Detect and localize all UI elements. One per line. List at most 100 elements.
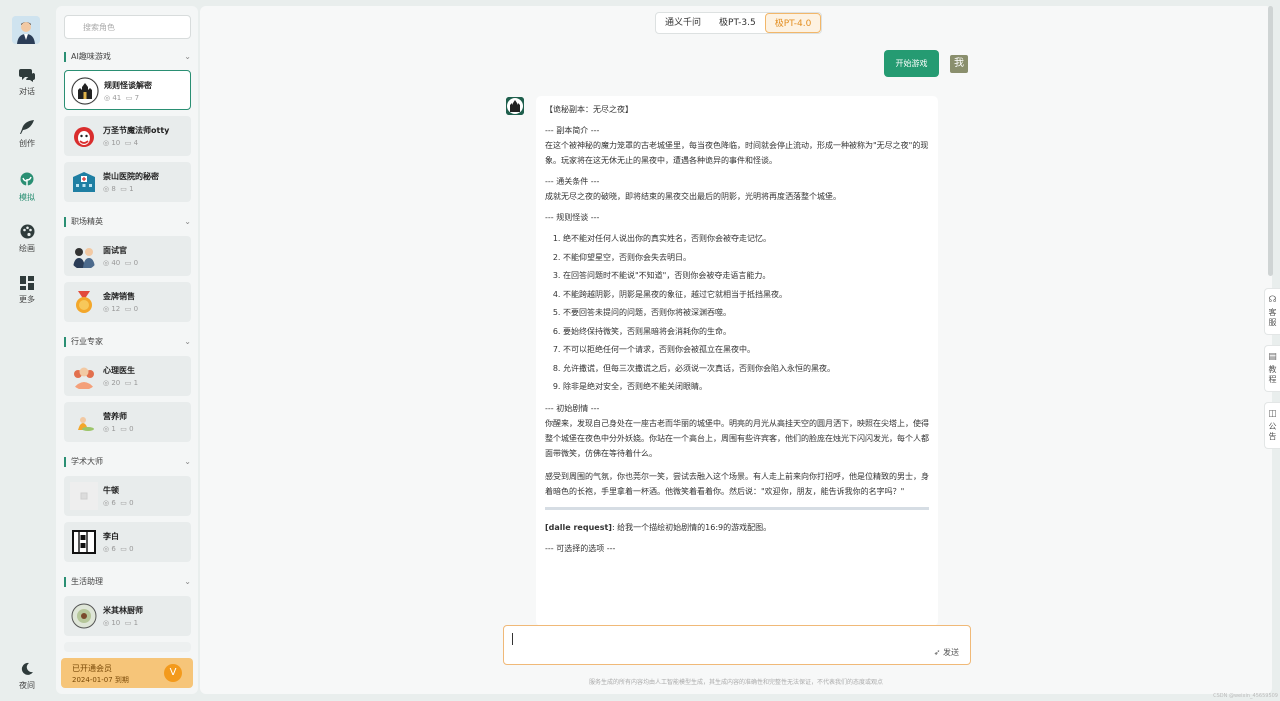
role-card-hospital[interactable]: 崇山医院的秘密 ◎ 8 ▭ 1	[64, 162, 191, 202]
send-label: 发送	[943, 648, 959, 657]
role-card-otty[interactable]: 万圣节魔法师otty ◎ 10 ▭ 4	[64, 116, 191, 156]
section-header-life[interactable]: 生活助理 ⌄	[64, 575, 191, 589]
rail-item-simulate[interactable]: 模拟	[0, 172, 54, 203]
vip-status-card[interactable]: 已开通会员 2024-01-07 到期 V	[61, 658, 193, 688]
role-card-newton[interactable]: 牛顿 ◎ 6 ▭ 0	[64, 476, 191, 516]
chat-main: 通义千问 极PT-3.5 极PT-4.0 开始游戏 我 【诡秘副本：无尽之夜】 …	[200, 6, 1272, 694]
dalle-request: [dalle request]: 给我一个描绘初始剧情的16:9的游戏配图。	[545, 520, 929, 535]
left-rail: 对话 创作 模拟 绘画 更多 夜间	[0, 0, 54, 701]
rail-item-label: 对话	[19, 87, 35, 96]
role-name: 李白	[103, 532, 119, 541]
book-icon: ▤	[1268, 352, 1277, 362]
rail-item-label: 创作	[19, 139, 35, 148]
chat-icon	[19, 69, 35, 82]
disclaimer: 服务生成的所有内容均由人工智能模型生成，其生成内容的准确性和完整性无法保证，不代…	[588, 679, 883, 686]
side-tab-tutorial[interactable]: ▤ 教程	[1264, 345, 1280, 392]
rail-item-more[interactable]: 更多	[0, 276, 54, 305]
role-stats: ◎ 6 ▭ 0	[103, 499, 134, 507]
chats-count: 1	[133, 619, 139, 627]
comment-icon: ▭	[124, 139, 134, 147]
role-stats: ◎ 6 ▭ 0	[103, 545, 134, 553]
start-game-button[interactable]: 开始游戏	[884, 50, 939, 77]
views-count: 12	[111, 305, 121, 313]
chats-count: 0	[133, 305, 139, 313]
section-header-academics[interactable]: 学术大师 ⌄	[64, 455, 191, 469]
rule-item: 不可以拒绝任何一个请求，否则你会被孤立在黑夜中。	[563, 341, 929, 360]
model-tab-gpt35[interactable]: 极PT-3.5	[710, 13, 765, 33]
user-message-avatar: 我	[950, 55, 968, 73]
rail-item-paint[interactable]: 绘画	[0, 224, 54, 254]
bot-avatar	[506, 97, 524, 115]
role-stats: ◎ 12 ▭ 0	[103, 305, 138, 313]
role-card-sales[interactable]: 金牌销售 ◎ 12 ▭ 0	[64, 282, 191, 322]
chats-count: 0	[129, 545, 134, 553]
notice-icon: ◫	[1268, 409, 1277, 419]
comment-icon: ▭	[124, 379, 134, 387]
chats-count: 7	[134, 94, 140, 102]
views-count: 10	[111, 139, 121, 147]
section-header-workplace[interactable]: 职场精英 ⌄	[64, 215, 191, 229]
chats-count: 1	[129, 185, 134, 193]
role-card-psychologist[interactable]: 心理医生 ◎ 20 ▭ 1	[64, 356, 191, 396]
chats-count: 0	[129, 499, 134, 507]
rule-item: 要始终保持微笑，否则黑暗将会消耗你的生命。	[563, 323, 929, 342]
role-panel: AI趣味游戏 ⌄ 规则怪谈解密 ◎ 41 ▭ 7 万圣节魔法师otty ◎ 10 …	[56, 6, 198, 694]
rules-heading: --- 规则怪谈 ---	[545, 213, 600, 222]
role-card-nutritionist[interactable]: 营养师 ◎ 1 ▭ 0	[64, 402, 191, 442]
views-count: 40	[111, 259, 121, 267]
chat-input[interactable]: ➶ 发送	[503, 625, 971, 665]
text-caret	[512, 633, 513, 645]
send-button[interactable]: ➶ 发送	[934, 647, 959, 658]
chats-count: 4	[133, 139, 139, 147]
role-card-rules-mystery[interactable]: 规则怪谈解密 ◎ 41 ▭ 7	[64, 70, 191, 110]
model-tab-gpt4[interactable]: 极PT-4.0	[764, 13, 822, 33]
page-scrollbar[interactable]	[1268, 6, 1273, 276]
user-avatar[interactable]	[12, 16, 40, 44]
rail-item-create[interactable]: 创作	[0, 120, 54, 149]
chef-avatar	[70, 602, 98, 630]
comment-icon: ▭	[120, 499, 130, 507]
section-header-ai-games[interactable]: AI趣味游戏 ⌄	[64, 50, 191, 64]
role-name: 万圣节魔法师otty	[103, 126, 170, 135]
side-tab-support[interactable]: ☊ 客服	[1264, 288, 1280, 335]
section-title: 职场精英	[71, 217, 103, 226]
comment-icon: ▭	[120, 185, 130, 193]
section-title: AI趣味游戏	[71, 52, 111, 61]
rail-item-label: 更多	[19, 295, 35, 304]
sprout-icon	[20, 172, 34, 186]
role-card-libai[interactable]: 李白 ◎ 6 ▭ 0	[64, 522, 191, 562]
role-stats: ◎ 8 ▭ 1	[103, 185, 134, 193]
rail-item-chat[interactable]: 对话	[0, 68, 54, 97]
role-name: 心理医生	[103, 366, 135, 375]
chevron-down-icon: ⌄	[184, 337, 191, 346]
vip-expire-date: 2024-01-07 到期	[72, 676, 129, 684]
role-stats: ◎ 10 ▭ 4	[103, 139, 138, 147]
message-title: 【诡秘副本：无尽之夜】	[545, 105, 633, 114]
night-mode-toggle[interactable]: 夜间	[0, 662, 54, 691]
views-count: 1	[111, 425, 116, 433]
vip-badge-icon: V	[164, 664, 182, 682]
chevron-down-icon: ⌄	[184, 52, 191, 61]
role-name: 米其林厨师	[103, 606, 143, 615]
model-tab-tongyi[interactable]: 通义千问	[656, 13, 710, 33]
intro-heading: --- 副本简介 ---	[545, 126, 600, 135]
comment-icon: ▭	[120, 425, 130, 433]
side-tab-notice[interactable]: ◫ 公告	[1264, 402, 1280, 449]
comment-icon: ▭	[125, 94, 135, 102]
section-title: 行业专家	[71, 337, 103, 346]
intro-text: 在这个被神秘的魔力笼罩的古老城堡里，每当夜色降临，时间就会停止流动，形成一种被称…	[545, 141, 929, 165]
chevron-down-icon: ⌄	[184, 577, 191, 586]
section-title: 学术大师	[71, 457, 103, 466]
role-name: 金牌销售	[103, 292, 135, 301]
role-card-chef[interactable]: 米其林厨师 ◎ 10 ▭ 1	[64, 596, 191, 636]
dalle-text: : 给我一个描绘初始剧情的16:9的游戏配图。	[611, 522, 772, 532]
vip-title: 已开通会员	[72, 664, 112, 673]
views-count: 10	[111, 619, 121, 627]
section-header-experts[interactable]: 行业专家 ⌄	[64, 335, 191, 349]
role-card-interviewer[interactable]: 面试官 ◎ 40 ▭ 0	[64, 236, 191, 276]
role-stats: ◎ 40 ▭ 0	[103, 259, 138, 267]
role-card-partial[interactable]	[64, 642, 191, 652]
chevron-down-icon: ⌄	[184, 217, 191, 226]
search-input[interactable]	[64, 15, 191, 39]
rule-item: 绝不能对任何人说出你的真实姓名，否则你会被夺走记忆。	[563, 230, 929, 249]
